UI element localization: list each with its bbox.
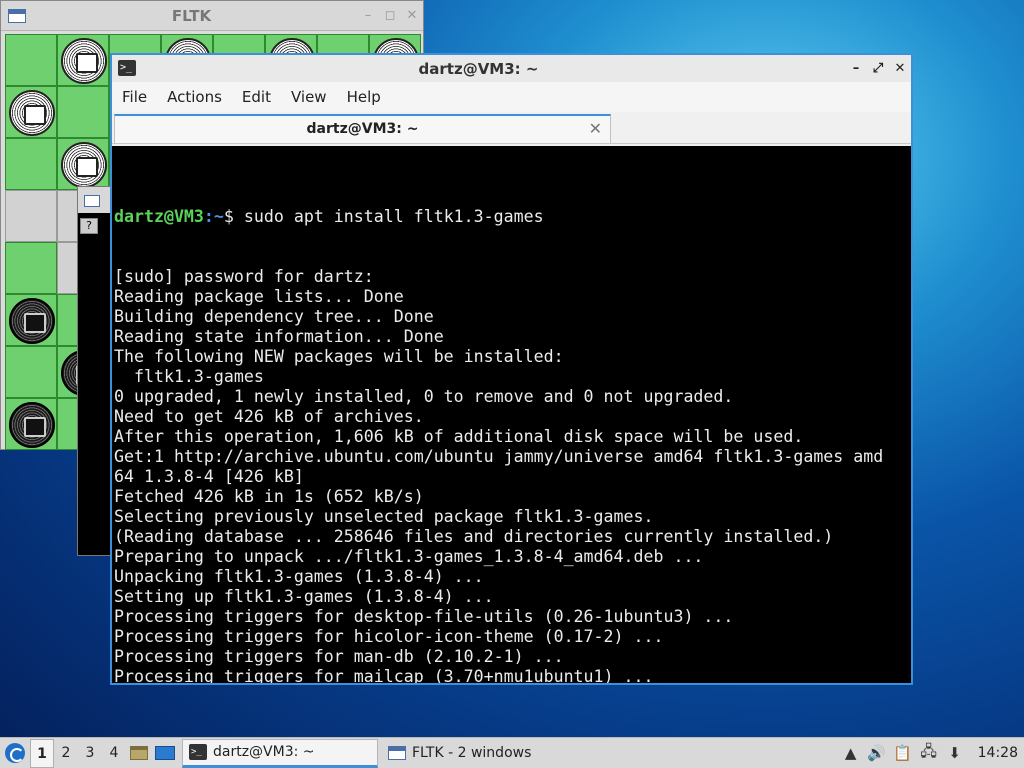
clipboard-icon[interactable]: 📋 xyxy=(890,739,916,768)
output-line: Need to get 426 kB of archives. xyxy=(114,407,424,426)
black-checker-piece[interactable] xyxy=(9,402,55,448)
file-manager-launcher[interactable] xyxy=(126,739,152,768)
output-line: Setting up fltk1.3-games (1.3.8-4) ... xyxy=(114,587,494,606)
terminal-window[interactable]: >_ dartz@VM3: ~ – ⤢ ✕ File Actions Edit … xyxy=(110,53,913,685)
menu-file[interactable]: File xyxy=(122,88,157,106)
tab-label: dartz@VM3: ~ xyxy=(306,121,419,137)
terminal-tab[interactable]: dartz@VM3: ~ ✕ xyxy=(114,114,611,143)
task-label: dartz@VM3: ~ xyxy=(213,744,315,760)
fltk-window-title: FLTK xyxy=(171,6,212,25)
workspace-1[interactable]: 1 xyxy=(30,738,54,768)
volume-icon[interactable]: 🔊 xyxy=(864,739,890,768)
menu-help[interactable]: Help xyxy=(347,88,391,106)
restore-icon[interactable]: ⤢ xyxy=(867,61,889,76)
window-icon xyxy=(84,195,100,207)
output-line: Selecting previously unselected package … xyxy=(114,507,654,526)
output-line: Building dependency tree... Done xyxy=(114,307,434,326)
network-icon[interactable]: 🖧 xyxy=(916,739,942,768)
board-square[interactable] xyxy=(5,86,57,138)
fltk-titlebar[interactable]: FLTK – ◻ ✕ xyxy=(1,1,423,31)
task-terminal[interactable]: >_ dartz@VM3: ~ xyxy=(182,738,378,768)
task-label: FLTK - 2 windows xyxy=(412,745,532,761)
terminal-icon: >_ xyxy=(118,60,136,76)
output-line: Unpacking fltk1.3-games (1.3.8-4) ... xyxy=(114,567,484,586)
output-line: Preparing to unpack .../fltk1.3-games_1.… xyxy=(114,547,704,566)
terminal-titlebar[interactable]: >_ dartz@VM3: ~ – ⤢ ✕ xyxy=(112,55,911,82)
fltk-window-icon xyxy=(388,746,406,760)
output-line: Reading package lists... Done xyxy=(114,287,404,306)
board-square[interactable] xyxy=(5,190,57,242)
workspace-2[interactable]: 2 xyxy=(54,739,78,768)
tab-close-icon[interactable]: ✕ xyxy=(589,119,602,138)
prompt-path: :~ xyxy=(203,207,224,226)
terminal-window-title: dartz@VM3: ~ xyxy=(418,59,539,78)
minimize-icon[interactable]: – xyxy=(845,61,867,76)
start-menu-button[interactable] xyxy=(0,738,30,768)
terminal-icon: >_ xyxy=(189,744,207,760)
terminal-output[interactable]: dartz@VM3:~$ sudo apt install fltk1.3-ga… xyxy=(112,146,911,683)
menu-view[interactable]: View xyxy=(291,88,337,106)
board-square[interactable] xyxy=(57,138,109,190)
minimize-icon[interactable]: – xyxy=(357,8,379,23)
output-line: fltk1.3-games xyxy=(114,367,264,386)
menu-actions[interactable]: Actions xyxy=(167,88,232,106)
output-line: (Reading database ... 258646 files and d… xyxy=(114,527,834,546)
task-fltk[interactable]: FLTK - 2 windows xyxy=(382,739,582,768)
menubar: File Actions Edit View Help xyxy=(112,82,911,112)
output-line: Processing triggers for mailcap (3.70+nm… xyxy=(114,667,654,683)
board-square[interactable] xyxy=(57,34,109,86)
output-line: After this operation, 1,606 kB of additi… xyxy=(114,427,804,446)
output-line: The following NEW packages will be insta… xyxy=(114,347,564,366)
clock[interactable]: 14:28 xyxy=(968,745,1024,761)
output-lines: [sudo] password for dartz: Reading packag… xyxy=(114,267,911,683)
board-square[interactable] xyxy=(5,242,57,294)
command-text: sudo apt install fltk1.3-games xyxy=(243,207,544,226)
board-square[interactable] xyxy=(5,398,57,450)
show-desktop-button[interactable] xyxy=(152,739,178,768)
board-square[interactable] xyxy=(5,138,57,190)
output-line: Processing triggers for man-db (2.10.2-1… xyxy=(114,647,564,666)
output-line: Fetched 426 kB in 1s (652 kB/s) xyxy=(114,487,424,506)
close-icon[interactable]: ✕ xyxy=(889,61,911,76)
board-square[interactable] xyxy=(5,346,57,398)
output-line: Reading state information... Done xyxy=(114,327,444,346)
prompt-user: dartz@VM3 xyxy=(114,207,204,226)
close-icon[interactable]: ✕ xyxy=(401,8,423,23)
desktop-icon xyxy=(155,746,175,760)
prompt-symbol: $ xyxy=(223,207,244,226)
black-checker-piece[interactable] xyxy=(9,298,55,344)
output-line: Processing triggers for desktop-file-uti… xyxy=(114,607,734,626)
white-checker-piece[interactable] xyxy=(61,38,107,84)
command-line: dartz@VM3:~$ sudo apt install fltk1.3-ga… xyxy=(114,207,911,227)
output-line: Processing triggers for hicolor-icon-the… xyxy=(114,627,664,646)
white-checker-piece[interactable] xyxy=(9,90,55,136)
output-line: 0 upgraded, 1 newly installed, 0 to remo… xyxy=(114,387,734,406)
board-square[interactable] xyxy=(5,294,57,346)
lubuntu-logo-icon xyxy=(5,743,25,763)
file-manager-icon xyxy=(130,746,148,760)
white-checker-piece[interactable] xyxy=(61,142,107,188)
window-icon xyxy=(8,8,26,23)
tab-bar: dartz@VM3: ~ ✕ xyxy=(112,112,911,144)
workspace-3[interactable]: 3 xyxy=(78,739,102,768)
help-button[interactable]: ? xyxy=(80,218,98,234)
workspace-4[interactable]: 4 xyxy=(102,739,126,768)
taskbar: 1 2 3 4 >_ dartz@VM3: ~ FLTK - 2 windows… xyxy=(0,737,1024,768)
maximize-icon[interactable]: ◻ xyxy=(379,8,401,23)
output-line: Get:1 http://archive.ubuntu.com/ubuntu j… xyxy=(114,447,884,466)
tray-up-arrow-icon[interactable]: ▲ xyxy=(838,739,864,768)
board-square[interactable] xyxy=(5,34,57,86)
output-line: 64 1.3.8-4 [426 kB] xyxy=(114,467,304,486)
menu-edit[interactable]: Edit xyxy=(242,88,281,106)
update-notifier-icon[interactable]: ⬇ xyxy=(942,739,968,768)
output-line: [sudo] password for dartz: xyxy=(114,267,374,286)
board-square[interactable] xyxy=(57,86,109,138)
